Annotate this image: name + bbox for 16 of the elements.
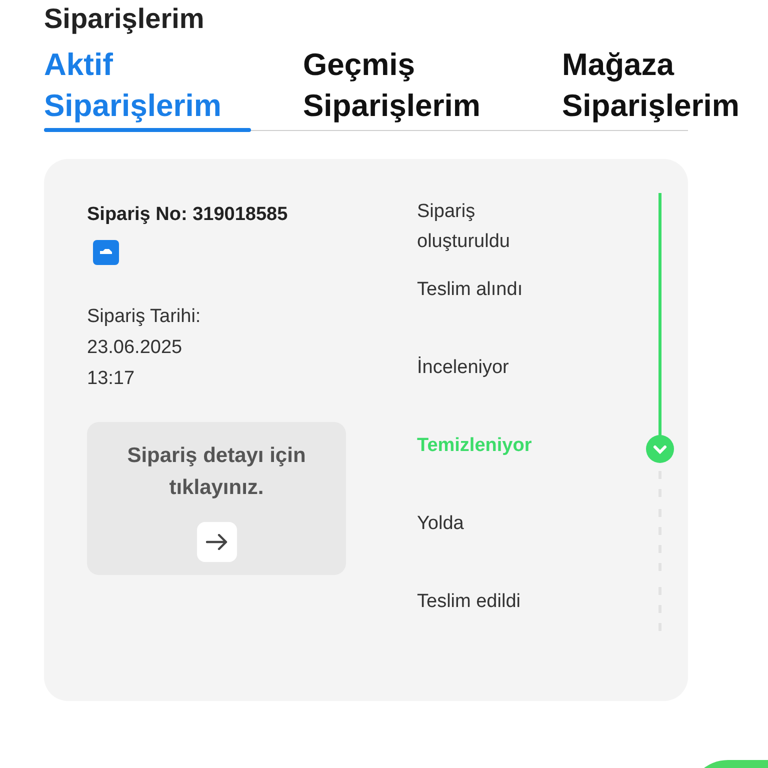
- order-detail-button[interactable]: Sipariş detayı için tıklayınız.: [87, 422, 346, 574]
- step-label: Teslim edildi: [417, 590, 520, 614]
- step-label: Sipariş oluşturuldu: [417, 200, 511, 254]
- step-label: Temizleniyor: [417, 434, 532, 458]
- order-number: Sipariş No: 319018585: [87, 203, 289, 227]
- step-label: İnceleniyor: [417, 356, 509, 380]
- tab[interactable]: Aktif Siparişlerim: [44, 44, 303, 126]
- tab[interactable]: Geçmiş Siparişlerim: [303, 44, 562, 126]
- order-time: 13:17: [87, 366, 136, 390]
- page-title: Siparişlerim: [44, 2, 206, 36]
- step-label: Teslim alındı: [417, 278, 523, 302]
- date-label: Sipariş Tarihi:: [87, 304, 202, 328]
- vehicle-icon[interactable]: [93, 240, 119, 264]
- tab[interactable]: Mağaza Siparişlerim: [562, 44, 768, 126]
- order-date: 23.06.2025: [87, 336, 184, 360]
- step-label: Yolda: [417, 512, 464, 536]
